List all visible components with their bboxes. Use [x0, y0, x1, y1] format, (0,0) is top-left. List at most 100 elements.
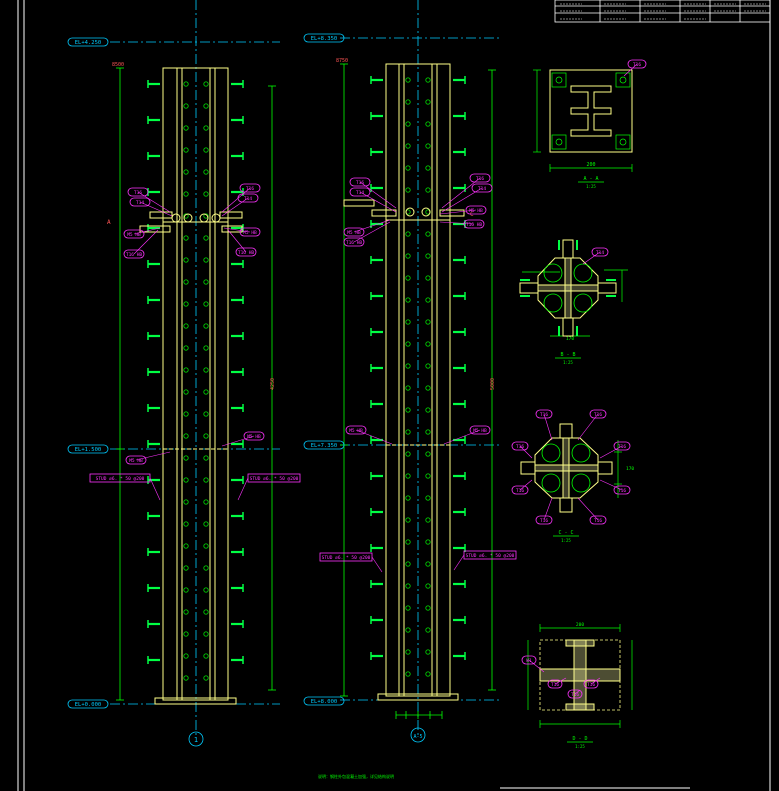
- bolt-hole: [425, 451, 431, 457]
- section-c-scale: 1:25: [561, 538, 571, 543]
- callout-text: M5 HB: [243, 230, 257, 236]
- section-a: 200 A - A 1:25 T16: [533, 59, 647, 189]
- callout-text: T16: [571, 692, 579, 698]
- bolt-hole: [183, 169, 189, 175]
- callout-text: M5 HB: [129, 458, 143, 464]
- bolt-hole: [405, 671, 411, 677]
- section-a-dimensions: [533, 69, 633, 172]
- bolt-hole: [203, 169, 209, 175]
- callout-text: T16: [587, 682, 595, 688]
- bolt-hole: [425, 121, 431, 127]
- bolt-hole: [183, 323, 189, 329]
- bolt-hole: [183, 521, 189, 527]
- callout-text: T14: [244, 196, 252, 202]
- section-d-cross-steel: [539, 639, 621, 711]
- bolt-hole: [203, 367, 209, 373]
- left-section-cut: A: [107, 219, 111, 226]
- bolt-hole: [203, 631, 209, 637]
- svg-text:EL+8.350: EL+8.350: [311, 36, 338, 42]
- bolt-hole: [405, 539, 411, 545]
- right-axis-bubble-label: A-5: [413, 734, 422, 740]
- section-a-cross-steel: [570, 85, 612, 137]
- bolt-hole: [203, 499, 209, 505]
- bolt-hole: [425, 561, 431, 567]
- callout-tag: T14: [582, 247, 609, 265]
- callout-text: T16: [516, 488, 524, 494]
- right-level-tag-mid: EL+7.350: [303, 440, 345, 450]
- bolt-hole: [183, 609, 189, 615]
- bolt-hole: [425, 539, 431, 545]
- callout-text: T16: [540, 412, 548, 418]
- bolt-hole: [405, 495, 411, 501]
- bolt-hole: [425, 517, 431, 523]
- bolt-hole: [183, 675, 189, 681]
- bolt-hole: [425, 605, 431, 611]
- bolt-hole: [425, 319, 431, 325]
- footer-note: 说明：钢柱外包混凝土加强，详见结构说明: [318, 773, 394, 779]
- bolt-hole: [203, 521, 209, 527]
- bolt-hole: [183, 125, 189, 131]
- svg-text:EL+7.350: EL+7.350: [311, 443, 338, 449]
- section-b: B - B 1:25 170 T14: [519, 239, 628, 365]
- drawing-frame: [17, 0, 771, 791]
- bolt-hole: [203, 675, 209, 681]
- bolt-hole: [203, 257, 209, 263]
- callout-text: T16 HB: [346, 240, 363, 246]
- callout-text: M5 HB: [349, 428, 363, 434]
- bolt-hole: [405, 319, 411, 325]
- section-d-dim: 200: [576, 622, 584, 628]
- section-a-dim: 200: [586, 162, 595, 168]
- callout-tag: T16: [511, 441, 533, 459]
- left-column-elevation: 1 EL+4.250 EL+1.500 EL+0.000 8500 4250 A…: [67, 0, 301, 747]
- callout-text: M5 HB: [247, 434, 261, 440]
- bolt-hole: [183, 235, 189, 241]
- bolt-hole: [183, 543, 189, 549]
- callout-tag: T16: [599, 441, 631, 459]
- callout-text: T16: [594, 518, 602, 524]
- bolt-hole: [425, 407, 431, 413]
- bolt-hole: [203, 433, 209, 439]
- bolt-hole: [183, 565, 189, 571]
- left-stud-note-right: STUD ∅6. * 50 @200: [237, 473, 301, 501]
- svg-text:EL+4.250: EL+4.250: [75, 40, 102, 46]
- bolt-hole: [183, 433, 189, 439]
- right-level-tag-bottom: EL+8.000: [303, 696, 345, 706]
- callout-text: T16: [540, 518, 548, 524]
- svg-text:STUD ∅6. * 50 @200: STUD ∅6. * 50 @200: [96, 476, 145, 482]
- bolt-hole: [183, 103, 189, 109]
- bolt-hole: [405, 605, 411, 611]
- section-c-label: C - C: [558, 530, 573, 536]
- callout-text: T16 HB: [466, 222, 483, 228]
- callout-tag: T14: [221, 193, 259, 217]
- section-a-label: A - A: [583, 176, 598, 182]
- bolt-hole: [405, 517, 411, 523]
- bolt-hole: [405, 341, 411, 347]
- bolt-hole: [425, 275, 431, 281]
- bolt-hole: [203, 235, 209, 241]
- bolt-hole: [425, 165, 431, 171]
- bolt-hole: [425, 671, 431, 677]
- callout-text: T14: [136, 200, 144, 206]
- right-column-elevation: A-5 EL+8.350 EL+7.350 EL+8.000 8750 5000…: [303, 0, 517, 743]
- callout-text: T16: [618, 444, 626, 450]
- bolt-hole: [183, 367, 189, 373]
- section-a-callouts: T16: [623, 59, 647, 77]
- section-d-label: D - D: [572, 736, 587, 742]
- callout-tag: T16: [599, 479, 631, 495]
- bolt-hole: [183, 631, 189, 637]
- callout-text: T14: [356, 190, 364, 196]
- section-b-label: B - B: [560, 352, 575, 358]
- bolt-hole: [203, 279, 209, 285]
- bolt-hole: [203, 565, 209, 571]
- svg-text:STUD ∅6. * 50 @200: STUD ∅6. * 50 @200: [466, 553, 515, 559]
- bolt-hole: [425, 297, 431, 303]
- bolt-hole: [425, 363, 431, 369]
- callout-tag: T16: [535, 497, 553, 525]
- left-dim-total: 4250: [270, 378, 276, 390]
- right-stud-note-right: STUD ∅6. * 50 @200: [453, 550, 517, 571]
- right-stud-note-left: STUD ∅6. * 50 @200: [319, 552, 383, 573]
- callout-text: M5 HB: [347, 230, 361, 236]
- bolt-hole: [203, 389, 209, 395]
- bolt-hole: [425, 231, 431, 237]
- callout-tag: W1: [521, 655, 545, 673]
